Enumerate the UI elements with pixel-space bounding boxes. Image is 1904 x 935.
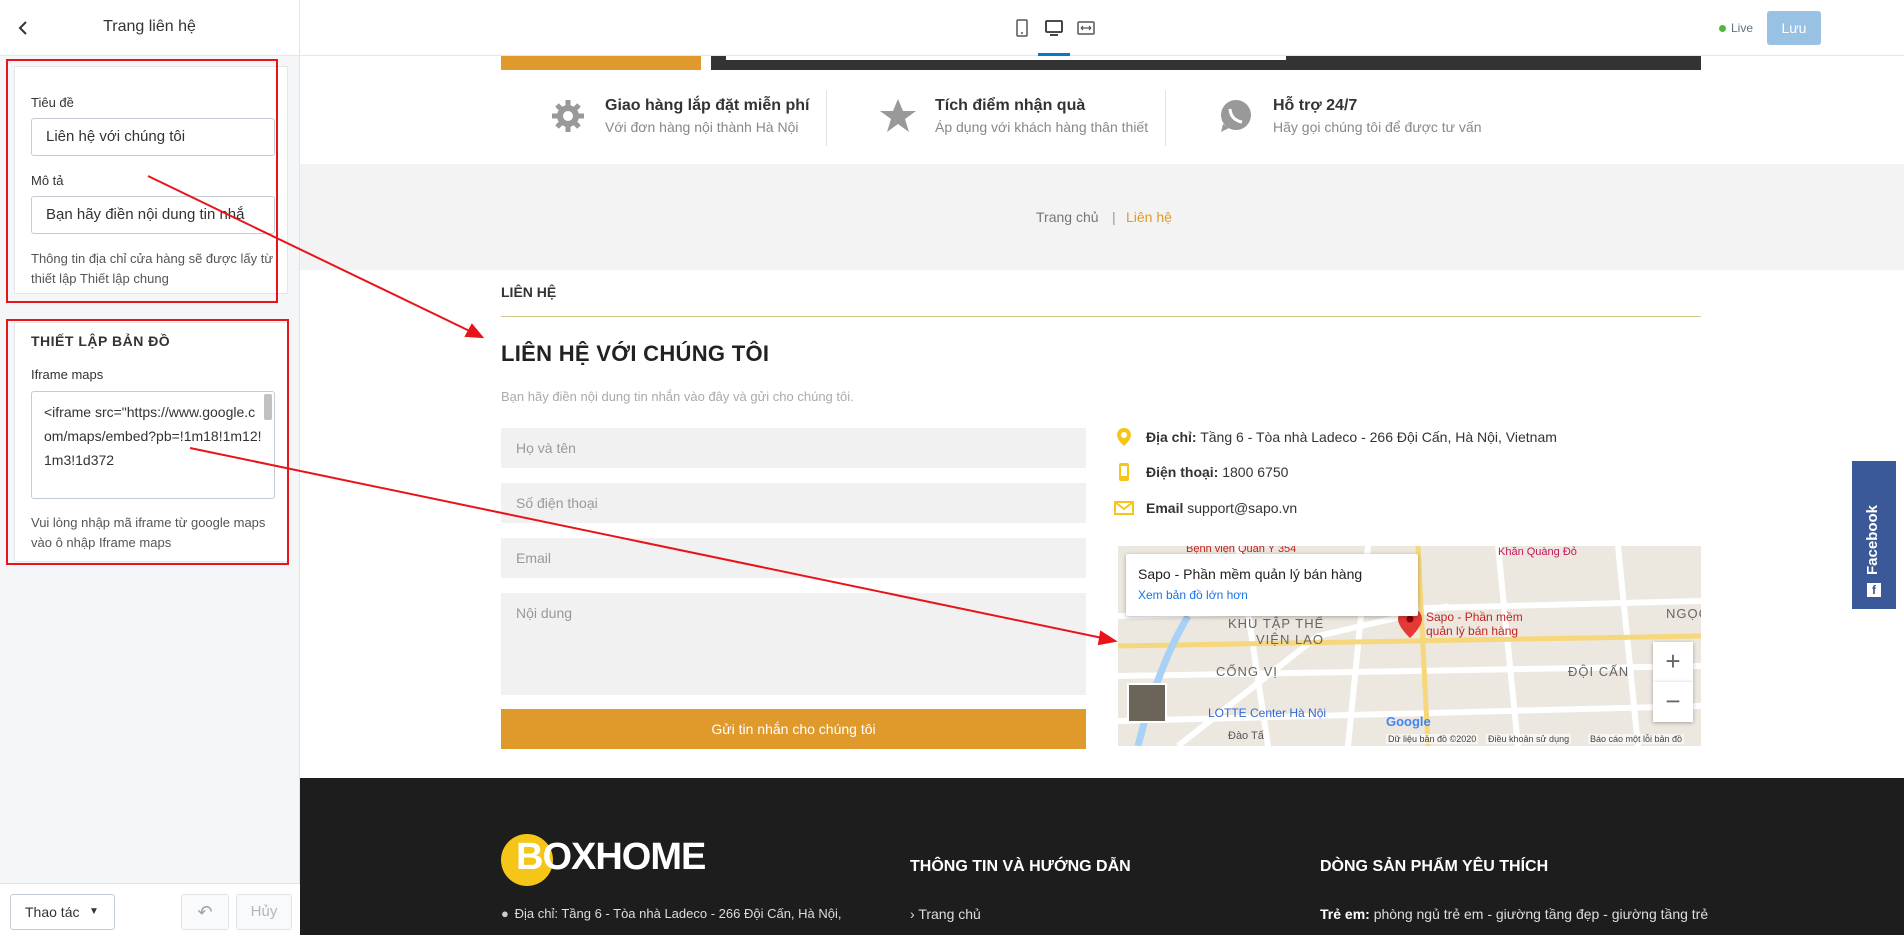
page-divider xyxy=(501,316,1701,317)
address-help-text: Thông tin địa chỉ cửa hàng sẽ được lấy t… xyxy=(31,251,274,286)
title-input[interactable]: Liên hệ với chúng tôi xyxy=(31,118,275,156)
star-icon xyxy=(878,96,918,136)
description-input[interactable]: Bạn hãy điền nội dung tin nhắ xyxy=(31,196,275,234)
google-map[interactable]: KHU TẬP THỂ VIỆN LAO CỐNG VỊ ĐỘI CẤN NGỌ… xyxy=(1118,546,1701,746)
feature-strip: Giao hàng lắp đặt miễn phí Với đơn hàng … xyxy=(501,86,1701,146)
facebook-icon: f xyxy=(1867,583,1881,597)
chevron-right-icon: › xyxy=(910,906,915,922)
map-area-label: CỐNG VỊ xyxy=(1216,664,1278,679)
iframe-help-text: Vui lòng nhập mã iframe từ google maps v… xyxy=(31,515,266,550)
gear-icon xyxy=(548,96,588,136)
address-text: Địa chỉ: Tầng 6 - Tòa nhà Ladeco - 266 Đ… xyxy=(1146,429,1557,445)
feature-divider xyxy=(826,90,827,146)
google-logo: Google xyxy=(1386,714,1431,729)
boxhome-logo[interactable]: BOXHOME xyxy=(516,836,706,879)
mobile-view-icon[interactable] xyxy=(1012,18,1032,38)
site-preview: Giao hàng lắp đặt miễn phí Với đơn hàng … xyxy=(300,56,1904,935)
contact-settings-card: Tiêu đề Liên hệ với chúng tôi Mô tả Bạn … xyxy=(14,66,288,294)
footer-heading-products: DÒNG SẢN PHẨM YÊU THÍCH xyxy=(1320,858,1549,875)
textarea-scrollbar[interactable] xyxy=(264,394,272,420)
map-pin-icon xyxy=(1114,427,1134,447)
map-place-title: Sapo - Phần mềm quản lý bán hàng xyxy=(1138,566,1363,582)
minus-icon: − xyxy=(1665,686,1681,716)
breadcrumb-home[interactable]: Trang chủ xyxy=(1036,209,1099,225)
editor-panel: Trang liên hệ Tiêu đề Liên hệ với chúng … xyxy=(0,0,300,935)
feature-title: Giao hàng lắp đặt miễn phí xyxy=(605,97,810,114)
live-status-label: Live xyxy=(1731,21,1754,35)
breadcrumb-separator: | xyxy=(1112,209,1116,225)
feature-desc: Áp dụng với khách hàng thân thiết xyxy=(935,119,1149,135)
footer-heading-info: THÔNG TIN VÀ HƯỚNG DẪN xyxy=(910,858,1131,875)
email-field[interactable]: Email xyxy=(501,538,1086,578)
facebook-label: Facebook xyxy=(1864,504,1881,575)
map-poi-label: LOTTE Center Hà Nội xyxy=(1208,706,1327,720)
phone-text: Điện thoại: 1800 6750 xyxy=(1146,464,1289,480)
map-area-label: VIỆN LAO xyxy=(1256,632,1324,647)
header-search-bar xyxy=(726,56,1286,60)
larger-map-link[interactable]: Xem bản đồ lớn hơn xyxy=(1138,588,1248,602)
map-marker-label: Sapo - Phần mềm xyxy=(1426,610,1523,624)
description-label: Mô tả xyxy=(31,173,64,188)
map-area-label: KHU TẬP THỂ xyxy=(1228,616,1325,631)
cancel-button[interactable]: Hủy xyxy=(236,894,292,930)
map-poi-label: Đào Tấ xyxy=(1228,730,1264,742)
fullwidth-view-icon[interactable] xyxy=(1076,18,1096,38)
iframe-label: Iframe maps xyxy=(31,367,104,382)
panel-footer: Thao tác ▼ ↶ Hủy xyxy=(0,883,300,935)
feature-title: Hỗ trợ 24/7 xyxy=(1273,97,1358,114)
map-area-label: ĐỘI CẤN xyxy=(1568,664,1630,679)
save-button[interactable]: Lưu xyxy=(1767,11,1821,45)
facebook-tab[interactable]: Facebook f xyxy=(1852,461,1896,609)
feature-title: Tích điểm nhận quà xyxy=(935,97,1086,114)
iframe-value: <iframe src="https://www.google.com/maps… xyxy=(44,404,262,468)
live-status-dot xyxy=(1719,25,1726,32)
breadcrumb-current: Liên hệ xyxy=(1126,209,1172,225)
feature-desc: Với đơn hàng nội thành Hà Nội xyxy=(605,119,799,135)
name-field[interactable]: Họ và tên xyxy=(501,428,1086,468)
panel-title: Trang liên hệ xyxy=(103,18,196,35)
iframe-textarea[interactable]: <iframe src="https://www.google.com/maps… xyxy=(31,391,275,499)
contact-title: LIÊN HỆ VỚI CHÚNG TÔI xyxy=(501,341,770,366)
site-footer: BOXHOME ● Địa chỉ: Tầng 6 - Tòa nhà Lade… xyxy=(300,778,1904,935)
desktop-view-icon[interactable] xyxy=(1044,18,1064,38)
caret-down-icon: ▼ xyxy=(89,906,99,917)
footer-products-text: Trẻ em: phòng ngủ trẻ em - giường tầng đ… xyxy=(1320,906,1709,922)
header-orange-bar xyxy=(501,56,701,70)
map-terms-link[interactable]: Điều khoản sử dụng xyxy=(1486,734,1572,744)
undo-button[interactable]: ↶ xyxy=(181,894,229,930)
zoom-in-button[interactable]: + xyxy=(1653,642,1693,682)
actions-label: Thao tác xyxy=(25,904,80,920)
title-label: Tiêu đề xyxy=(31,95,74,110)
map-section-title: THIẾT LẬP BẢN ĐỒ xyxy=(31,333,171,349)
feature-desc: Hãy gọi chúng tôi để được tư vấn xyxy=(1273,119,1482,135)
footer-link-home[interactable]: › Trang chủ xyxy=(910,906,981,922)
plus-icon: + xyxy=(1665,646,1681,676)
whatsapp-icon xyxy=(1216,96,1256,136)
envelope-icon xyxy=(1114,498,1134,518)
email-text: Email support@sapo.vn xyxy=(1146,500,1298,516)
top-toolbar: Live Lưu xyxy=(300,0,1904,56)
footer-address: ● Địa chỉ: Tầng 6 - Tòa nhà Ladeco - 266… xyxy=(501,906,842,921)
undo-icon: ↶ xyxy=(197,902,213,922)
map-pin-icon: ● xyxy=(501,906,509,921)
map-marker-label: quản lý bán hàng xyxy=(1426,624,1519,638)
map-data-credit: Dữ liệu bản đồ ©2020 xyxy=(1386,734,1479,744)
page-label: LIÊN HỆ xyxy=(501,284,557,300)
contact-description: Bạn hãy điền nội dung tin nhắn vào đây v… xyxy=(501,389,854,404)
map-report-link[interactable]: Báo cáo một lỗi bản đồ xyxy=(1588,734,1685,744)
map-settings-card: THIẾT LẬP BẢN ĐỒ Iframe maps <iframe src… xyxy=(14,322,288,562)
map-info-card: Sapo - Phần mềm quản lý bán hàng Xem bản… xyxy=(1126,554,1418,616)
actions-dropdown[interactable]: Thao tác ▼ xyxy=(10,894,115,930)
breadcrumb: Trang chủ | Liên hệ xyxy=(300,164,1904,270)
map-poi-label: Khăn Quàng Đỏ xyxy=(1498,546,1577,558)
phone-field[interactable]: Số điện thoại xyxy=(501,483,1086,523)
message-field[interactable]: Nội dung xyxy=(501,593,1086,695)
phone-icon xyxy=(1114,462,1134,482)
submit-button[interactable]: Gửi tin nhắn cho chúng tôi xyxy=(501,709,1086,749)
zoom-out-button[interactable]: − xyxy=(1653,682,1693,722)
panel-header: Trang liên hệ xyxy=(0,0,299,56)
feature-divider xyxy=(1165,90,1166,146)
site-header-remnant xyxy=(501,56,1701,70)
map-area-label: NGỌC xyxy=(1666,606,1701,621)
